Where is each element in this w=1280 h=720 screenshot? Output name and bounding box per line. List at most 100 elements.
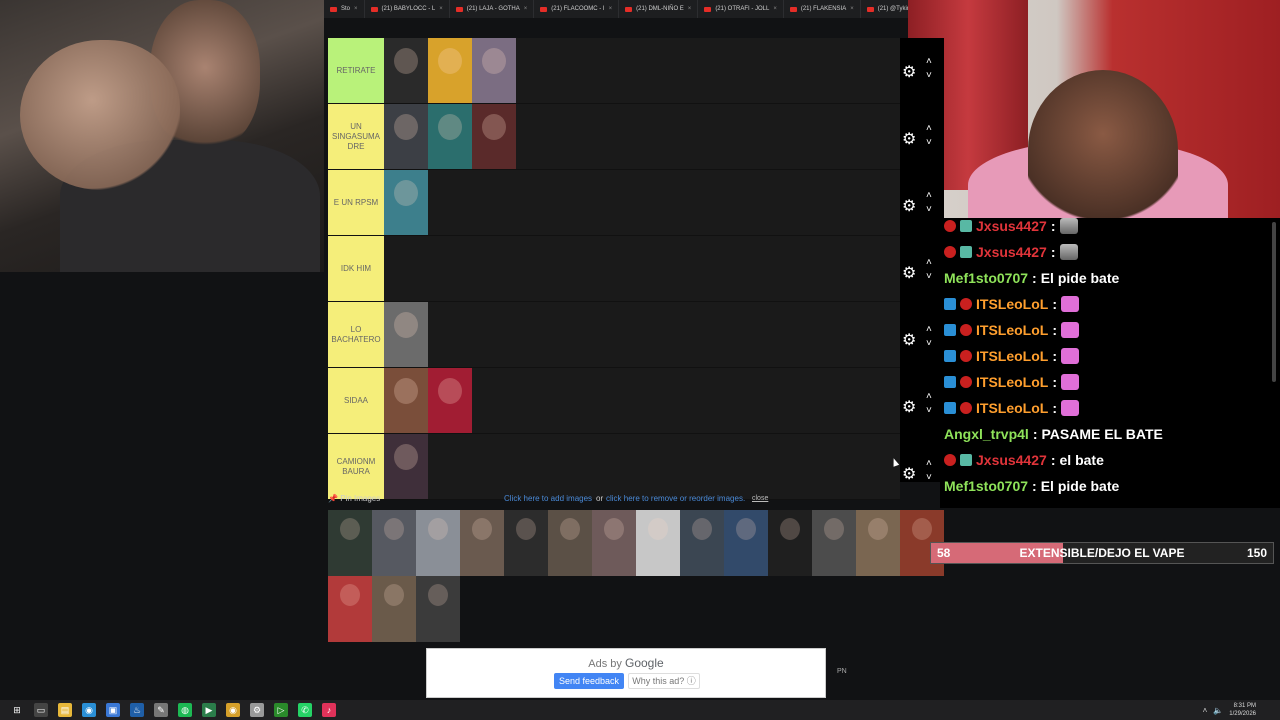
close-tab-icon[interactable]: × xyxy=(439,6,443,12)
tier-label[interactable]: SIDAA xyxy=(328,368,384,433)
tier-items[interactable] xyxy=(384,38,900,103)
windows-icon[interactable]: ⊞ xyxy=(10,703,24,717)
media-icon[interactable]: ▷ xyxy=(274,703,288,717)
terminal-icon[interactable]: ▶ xyxy=(202,703,216,717)
tier-image[interactable] xyxy=(472,104,516,169)
pool-image[interactable] xyxy=(680,510,724,576)
chevron-down-icon[interactable]: ˅ xyxy=(926,137,932,148)
chat-username[interactable]: Mef1sto0707 xyxy=(944,270,1028,286)
tier-image[interactable] xyxy=(384,104,428,169)
chat-username[interactable]: Mef1sto0707 xyxy=(944,478,1028,494)
close-tab-icon[interactable]: × xyxy=(354,6,358,12)
gear-icon[interactable]: ⚙ xyxy=(902,129,916,149)
browser-tab[interactable]: (21) BABYLOCC - L × xyxy=(365,0,450,18)
file-explorer-icon[interactable]: ▤ xyxy=(58,703,72,717)
close-tab-icon[interactable]: × xyxy=(609,6,613,12)
chat-scrollbar[interactable] xyxy=(1272,222,1276,382)
pool-image[interactable] xyxy=(328,510,372,576)
tool-icon[interactable]: ✎ xyxy=(154,703,168,717)
chevron-down-icon[interactable]: ˅ xyxy=(926,472,932,483)
chat-username[interactable]: Angxl_trvp4l xyxy=(944,426,1029,442)
remove-reorder-link[interactable]: click here to remove or reorder images. xyxy=(606,494,745,503)
chat-username[interactable]: ITSLeoLoL xyxy=(976,348,1048,364)
close-tab-icon[interactable]: × xyxy=(850,6,854,12)
tier-items[interactable] xyxy=(384,434,900,499)
task-view-icon[interactable]: ▭ xyxy=(34,703,48,717)
pool-image[interactable] xyxy=(636,510,680,576)
gear-icon[interactable]: ⚙ xyxy=(902,397,916,417)
chevron-up-icon[interactable]: ˄ xyxy=(926,391,932,402)
tier-label[interactable]: E UN RPSM xyxy=(328,170,384,235)
pool-image[interactable] xyxy=(504,510,548,576)
tier-image[interactable] xyxy=(384,38,428,103)
chat-username[interactable]: Jxsus4427 xyxy=(976,452,1047,468)
whatsapp-icon[interactable]: ✆ xyxy=(298,703,312,717)
pool-image[interactable] xyxy=(328,576,372,642)
tier-items[interactable] xyxy=(384,236,900,301)
why-this-ad-button[interactable]: Why this ad? ⓘ xyxy=(628,673,700,689)
pin-images-toggle[interactable]: 📌 Pin Images xyxy=(328,494,380,503)
speaker-icon[interactable]: 🔈 xyxy=(1213,706,1223,715)
close-tab-icon[interactable]: × xyxy=(773,6,777,12)
chevron-up-icon[interactable]: ˄ xyxy=(926,123,932,134)
chevron-up-icon[interactable]: ˄ xyxy=(1203,706,1208,715)
gear-icon[interactable]: ⚙ xyxy=(902,62,916,82)
pool-image[interactable] xyxy=(372,510,416,576)
chat-username[interactable]: Jxsus4427 xyxy=(976,244,1047,260)
tier-image[interactable] xyxy=(384,302,428,367)
add-images-link[interactable]: Click here to add images xyxy=(504,494,592,503)
chrome-icon[interactable]: ◉ xyxy=(82,703,96,717)
tier-label[interactable]: LO BACHATERO xyxy=(328,302,384,367)
tier-items[interactable] xyxy=(384,170,900,235)
chevron-down-icon[interactable]: ˅ xyxy=(926,338,932,349)
store-icon[interactable]: ▣ xyxy=(106,703,120,717)
chevron-up-icon[interactable]: ˄ xyxy=(926,190,932,201)
browser-tab[interactable]: (21) DML-NIÑO E × xyxy=(619,0,699,18)
browser-tab[interactable]: (21) LAJA - GOTHA × xyxy=(450,0,535,18)
tier-image[interactable] xyxy=(384,368,428,433)
tier-image[interactable] xyxy=(428,104,472,169)
gear-icon[interactable]: ⚙ xyxy=(902,263,916,283)
pool-image[interactable] xyxy=(548,510,592,576)
browser-tab[interactable]: (21) @Tyking XE × xyxy=(861,0,908,18)
chat-username[interactable]: ITSLeoLoL xyxy=(976,400,1048,416)
tier-image[interactable] xyxy=(472,38,516,103)
chevron-up-icon[interactable]: ˄ xyxy=(926,56,932,67)
tier-image[interactable] xyxy=(384,434,428,499)
pool-image[interactable] xyxy=(724,510,768,576)
chevron-down-icon[interactable]: ˅ xyxy=(926,271,932,282)
close-tab-icon[interactable]: × xyxy=(688,6,692,12)
tier-items[interactable] xyxy=(384,368,900,433)
chat-username[interactable]: Jxsus4427 xyxy=(976,218,1047,234)
tier-label[interactable]: IDK HIM xyxy=(328,236,384,301)
pool-image[interactable] xyxy=(812,510,856,576)
pool-image[interactable] xyxy=(592,510,636,576)
settings-icon[interactable]: ⚙ xyxy=(250,703,264,717)
pool-image[interactable] xyxy=(856,510,900,576)
tier-label[interactable]: RETIRATE xyxy=(328,38,384,103)
chevron-down-icon[interactable]: ˅ xyxy=(926,204,932,215)
spotify-icon[interactable]: ◍ xyxy=(178,703,192,717)
tiktok-icon[interactable]: ♪ xyxy=(322,703,336,717)
steam-icon[interactable]: ♨ xyxy=(130,703,144,717)
chevron-down-icon[interactable]: ˅ xyxy=(926,70,932,81)
pool-image[interactable] xyxy=(768,510,812,576)
chevron-up-icon[interactable]: ˄ xyxy=(926,257,932,268)
browser-tab[interactable]: (21) FLAKENSIA × xyxy=(784,0,861,18)
close-link[interactable]: close xyxy=(752,495,768,502)
gear-icon[interactable]: ⚙ xyxy=(902,464,916,484)
chevron-down-icon[interactable]: ˅ xyxy=(926,405,932,416)
chevron-up-icon[interactable]: ˄ xyxy=(926,324,932,335)
tier-image[interactable] xyxy=(428,368,472,433)
tier-items[interactable] xyxy=(384,104,900,169)
gear-icon[interactable]: ⚙ xyxy=(902,330,916,350)
pool-image[interactable] xyxy=(416,576,460,642)
chat-username[interactable]: ITSLeoLoL xyxy=(976,374,1048,390)
pool-image[interactable] xyxy=(460,510,504,576)
close-tab-icon[interactable]: × xyxy=(524,6,528,12)
send-feedback-button[interactable]: Send feedback xyxy=(554,673,624,689)
browser-tab[interactable]: (21) OTRAFI - JOLL × xyxy=(698,0,784,18)
chevron-up-icon[interactable]: ˄ xyxy=(926,458,932,469)
clock[interactable]: 8:31 PM 1/29/2026 xyxy=(1229,702,1256,718)
pool-image[interactable] xyxy=(416,510,460,576)
